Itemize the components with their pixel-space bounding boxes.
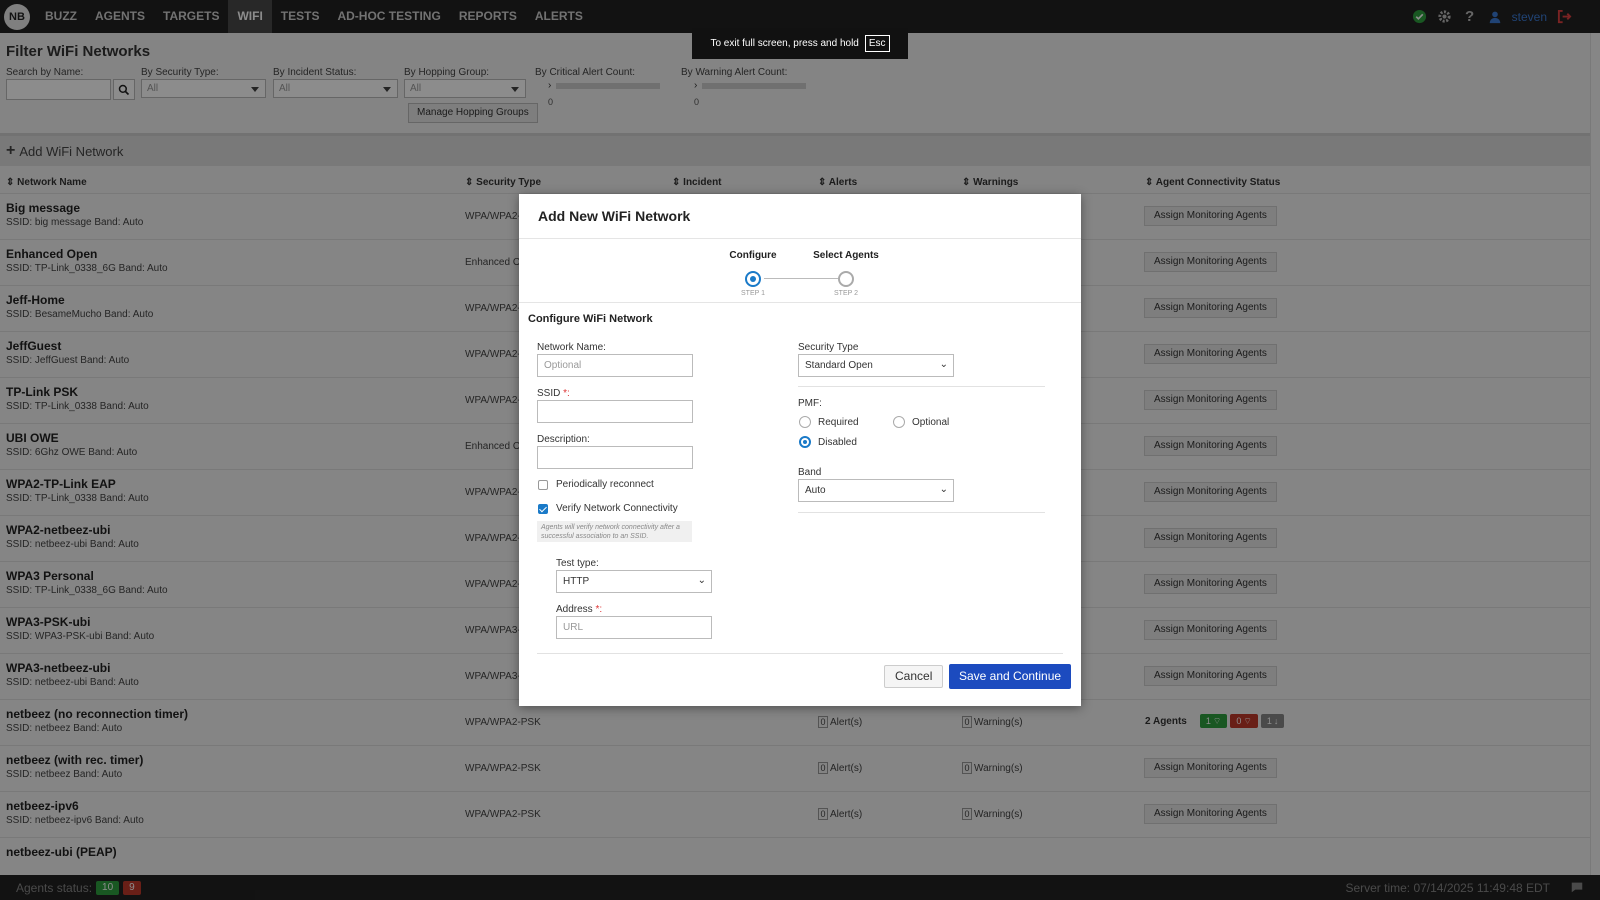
description-label: Description: [537, 434, 590, 445]
verify-connectivity-label: Verify Network Connectivity [556, 503, 678, 514]
network-name-label: Network Name: [537, 342, 606, 353]
pmf-optional-label: Optional [912, 417, 950, 428]
modal-header-divider [519, 238, 1081, 239]
band-select[interactable]: Auto ⌄ [798, 479, 954, 502]
pmf-disabled-label: Disabled [818, 437, 857, 448]
security-divider [798, 386, 1045, 387]
fullscreen-toast: To exit full screen, press and hold Esc [692, 28, 908, 59]
modal-title: Add New WiFi Network [538, 208, 691, 224]
step-1-label: STEP 1 [741, 290, 765, 297]
band-divider [798, 512, 1045, 513]
chevron-down-icon: ⌄ [939, 484, 948, 495]
footer-divider [537, 653, 1063, 654]
save-and-continue-button[interactable]: Save and Continue [949, 664, 1072, 689]
required-marker: *: [595, 604, 603, 615]
chevron-down-icon: ⌄ [697, 575, 706, 586]
test-type-label: Test type: [556, 558, 599, 569]
security-type-label: Security Type [798, 342, 859, 353]
periodically-reconnect-checkbox[interactable] [538, 480, 548, 490]
address-label: Address *: [556, 604, 603, 615]
pmf-required-label: Required [818, 417, 859, 428]
ssid-label: SSID *: [537, 388, 570, 399]
security-type-select[interactable]: Standard Open ⌄ [798, 354, 954, 377]
description-input[interactable] [537, 446, 693, 469]
required-marker: *: [563, 388, 570, 399]
step-1-indicator[interactable] [745, 271, 761, 287]
ssid-input[interactable] [537, 400, 693, 423]
network-name-input[interactable]: Optional [537, 354, 693, 377]
periodically-reconnect-label: Periodically reconnect [556, 479, 654, 490]
verify-connectivity-hint: Agents will verify network connectivity … [537, 521, 692, 542]
step-connector [764, 278, 840, 279]
step-2-label: STEP 2 [834, 290, 858, 297]
steps-divider [519, 302, 1081, 303]
band-label: Band [798, 467, 822, 478]
pmf-optional-radio[interactable] [893, 416, 905, 428]
section-title: Configure WiFi Network [528, 313, 653, 325]
test-type-select[interactable]: HTTP ⌄ [556, 570, 712, 593]
pmf-required-radio[interactable] [799, 416, 811, 428]
address-input[interactable]: URL [556, 616, 712, 639]
step-configure-title: Configure [729, 250, 777, 261]
pmf-disabled-radio[interactable] [799, 436, 811, 448]
cancel-button[interactable]: Cancel [884, 665, 944, 688]
pmf-label: PMF: [798, 398, 822, 409]
add-wifi-network-modal: Add New WiFi Network Configure Select Ag… [519, 194, 1081, 706]
verify-connectivity-checkbox[interactable] [538, 504, 548, 514]
step-select-agents-title: Select Agents [813, 250, 879, 261]
chevron-down-icon: ⌄ [939, 359, 948, 370]
step-2-indicator[interactable] [838, 271, 854, 287]
esc-key: Esc [864, 35, 890, 52]
